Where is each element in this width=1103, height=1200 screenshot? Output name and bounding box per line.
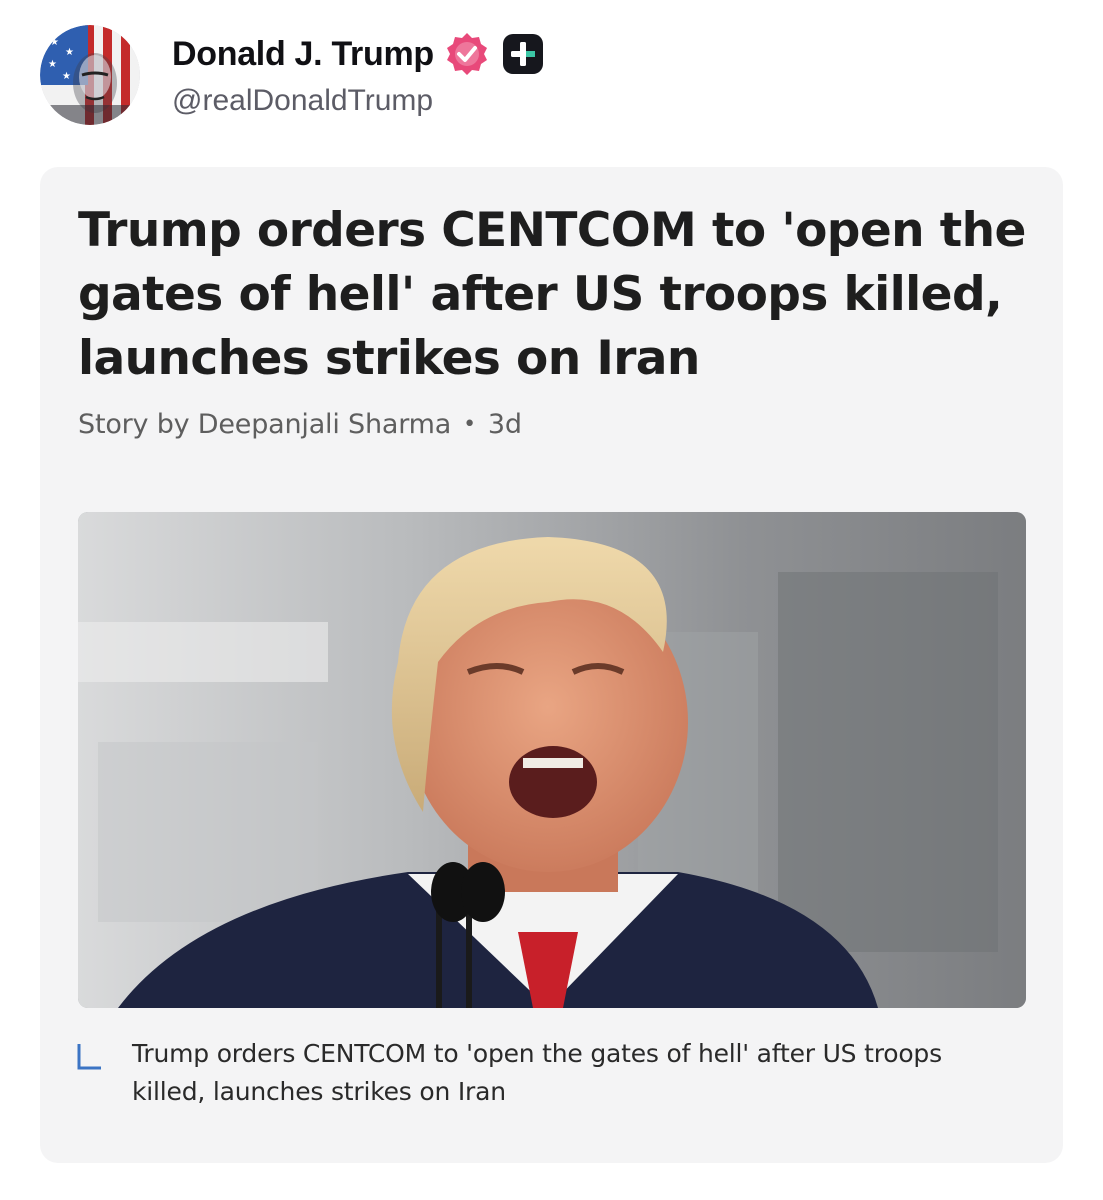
svg-text:★: ★ — [48, 59, 57, 70]
article-headline[interactable]: Trump orders CENTCOM to 'open the gates … — [78, 199, 1038, 391]
post-header: ★ ★ ★ ★ Donald J. Trump @realDonaldTrump — [40, 25, 544, 125]
article-image[interactable] — [78, 512, 1026, 1008]
link-preview-card[interactable]: Trump orders CENTCOM to 'open the gates … — [40, 167, 1063, 1163]
caption-text: Trump orders CENTCOM to 'open the gates … — [132, 1039, 942, 1106]
author-info: Donald J. Trump @realDonaldTrump — [172, 32, 544, 118]
byline-author: Story by Deepanjali Sharma — [78, 409, 452, 440]
article-byline: Story by Deepanjali Sharma • 3d — [78, 409, 522, 440]
byline-age: 3d — [487, 409, 522, 440]
svg-text:★: ★ — [65, 47, 74, 58]
plus-badge-icon — [502, 33, 544, 75]
name-row: Donald J. Trump — [172, 32, 544, 76]
avatar[interactable]: ★ ★ ★ ★ — [40, 25, 140, 125]
reply-corner-icon — [76, 1043, 102, 1071]
svg-text:★: ★ — [62, 71, 71, 82]
svg-text:★: ★ — [50, 37, 59, 48]
byline-separator: • — [463, 412, 476, 437]
flag-portrait-avatar-icon: ★ ★ ★ ★ — [40, 25, 140, 125]
news-photo-icon — [78, 512, 1026, 1008]
verified-badge-icon — [444, 31, 490, 77]
author-handle[interactable]: @realDonaldTrump — [172, 84, 544, 118]
author-display-name[interactable]: Donald J. Trump — [172, 35, 434, 74]
image-caption: Trump orders CENTCOM to 'open the gates … — [76, 1035, 976, 1111]
